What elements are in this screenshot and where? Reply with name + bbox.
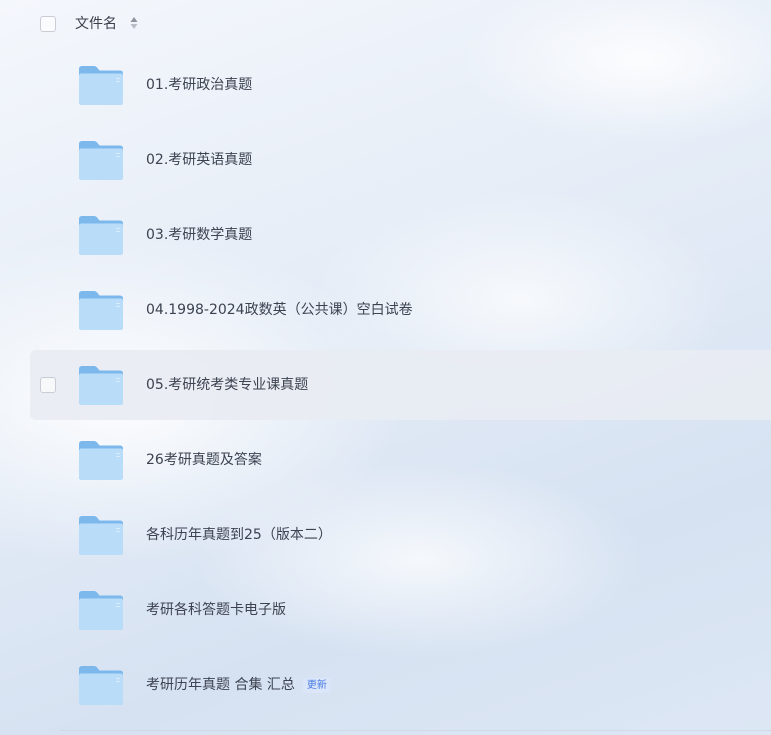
list-header: 文件名 (0, 0, 771, 50)
file-row[interactable]: 考研各科答题卡电子版 (30, 575, 771, 645)
file-row[interactable]: 02.考研英语真题 (30, 125, 771, 195)
file-row[interactable]: 05.考研统考类专业课真题 (30, 350, 771, 420)
sort-icon[interactable] (130, 16, 138, 30)
folder-icon (79, 366, 123, 405)
file-name-text[interactable]: 考研历年真题 合集 汇总 (146, 677, 295, 693)
file-name[interactable]: 26考研真题及答案 (146, 450, 262, 470)
folder-icon (79, 591, 123, 630)
file-row[interactable]: 01.考研政治真题 (30, 50, 771, 120)
folder-icon (79, 291, 123, 330)
folder-icon (79, 516, 123, 555)
folder-icon (79, 666, 123, 705)
file-name[interactable]: 考研历年真题 合集 汇总 更新 (146, 675, 331, 695)
folder-icon (79, 141, 123, 180)
folder-icon (79, 216, 123, 255)
folder-icon (79, 441, 123, 480)
file-name[interactable]: 02.考研英语真题 (146, 150, 252, 170)
select-all-checkbox[interactable] (40, 16, 56, 32)
column-header-filename[interactable]: 文件名 (75, 14, 117, 34)
file-name[interactable]: 04.1998-2024政数英（公共课）空白试卷 (146, 300, 413, 320)
file-name[interactable]: 05.考研统考类专业课真题 (146, 375, 308, 395)
file-row[interactable]: 04.1998-2024政数英（公共课）空白试卷 (30, 275, 771, 345)
file-name[interactable]: 各科历年真题到25（版本二） (146, 525, 332, 545)
row-checkbox[interactable] (40, 377, 56, 393)
file-row[interactable]: 考研历年真题 合集 汇总 更新 (30, 650, 771, 720)
folder-icon (79, 66, 123, 105)
update-badge: 更新 (302, 678, 331, 693)
file-name[interactable]: 01.考研政治真题 (146, 75, 252, 95)
file-name[interactable]: 03.考研数学真题 (146, 225, 252, 245)
file-name[interactable]: 考研各科答题卡电子版 (146, 600, 286, 620)
file-row[interactable]: 各科历年真题到25（版本二） (30, 500, 771, 570)
file-row[interactable]: 03.考研数学真题 (30, 200, 771, 270)
file-row[interactable]: 26考研真题及答案 (30, 425, 771, 495)
divider (60, 730, 771, 731)
